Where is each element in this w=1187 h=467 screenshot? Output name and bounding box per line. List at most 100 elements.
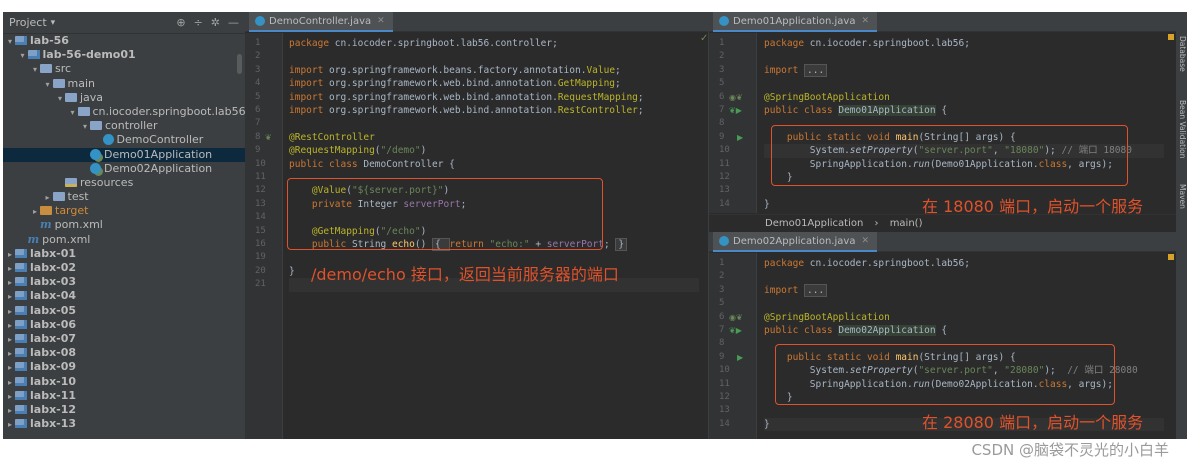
- tree-item[interactable]: ▾ controller: [3, 119, 245, 133]
- tree-item[interactable]: ▸ labx-12: [3, 403, 245, 417]
- tree-item[interactable]: ▸ test: [3, 190, 245, 204]
- tree-item[interactable]: ▸ labx-08: [3, 346, 245, 360]
- run-icon[interactable]: ❦▶: [729, 104, 742, 117]
- tree-item[interactable]: DemoController: [3, 133, 245, 147]
- tree-item[interactable]: ▸ labx-03: [3, 275, 245, 289]
- code-line: import org.springframework.web.bind.anno…: [289, 77, 699, 90]
- chevron-right-icon[interactable]: ▸: [5, 276, 15, 290]
- collapse-icon[interactable]: ÷: [194, 16, 203, 29]
- code-token: org.springframework.web.bind.annotation.: [329, 91, 558, 103]
- chevron-right-icon[interactable]: ▸: [5, 305, 15, 319]
- project-header-icons: ⊕ ÷ ✲ —: [176, 16, 239, 29]
- tree-item[interactable]: ▸ labx-10: [3, 375, 245, 389]
- tree-item[interactable]: resources: [3, 176, 245, 190]
- tool-bean-validation[interactable]: Bean Validation: [1176, 100, 1187, 159]
- chevron-right-icon[interactable]: ▸: [5, 376, 15, 390]
- tree-item[interactable]: ▾ cn.iocoder.springboot.lab56: [3, 105, 245, 119]
- tree-item[interactable]: ▸ labx-11: [3, 389, 245, 403]
- code-token: ;: [615, 78, 621, 90]
- chevron-right-icon[interactable]: ▸: [5, 347, 15, 361]
- chevron-right-icon[interactable]: ▸: [5, 361, 15, 375]
- tree-item[interactable]: ▸ labx-13: [3, 417, 245, 431]
- close-icon[interactable]: ✕: [377, 16, 385, 26]
- module-folder-icon: [15, 419, 27, 429]
- tree-item[interactable]: ▸ labx-04: [3, 289, 245, 303]
- code-area[interactable]: package cn.iocoder.springboot.lab56; impo…: [764, 33, 1164, 213]
- close-icon[interactable]: ✕: [861, 236, 869, 246]
- module-folder-icon: [15, 348, 27, 358]
- chevron-right-icon[interactable]: ▸: [5, 248, 15, 262]
- tree-item[interactable]: ▸ labx-07: [3, 332, 245, 346]
- chevron-down-icon[interactable]: ▾: [5, 35, 15, 49]
- project-header: Project ▾ ⊕ ÷ ✲ —: [3, 12, 245, 34]
- tree-item[interactable]: ▾ java: [3, 91, 245, 105]
- chevron-right-icon[interactable]: ▸: [5, 390, 15, 404]
- chevron-down-icon[interactable]: ▾: [68, 106, 78, 120]
- tree-item[interactable]: m pom.xml: [3, 218, 245, 232]
- tab-democontroller[interactable]: DemoController.java ✕: [249, 12, 393, 32]
- tree-item[interactable]: ▸ labx-09: [3, 360, 245, 374]
- tree-item[interactable]: ▸ labx-01: [3, 247, 245, 261]
- code-token: RequestMapping: [557, 91, 638, 103]
- breadcrumb-item[interactable]: main(): [890, 218, 923, 229]
- spring-bean-icon[interactable]: ❦: [265, 131, 272, 144]
- chevron-right-icon[interactable]: ▸: [5, 319, 15, 333]
- tree-item[interactable]: ▾ src: [3, 62, 245, 76]
- scrollbar-thumb[interactable]: [237, 54, 242, 74]
- tree-item[interactable]: ▾ lab-56-demo01: [3, 48, 245, 62]
- tab-demo02application[interactable]: Demo02Application.java ✕: [713, 232, 877, 252]
- tool-database[interactable]: Database: [1176, 36, 1187, 72]
- chevron-down-icon[interactable]: ▾: [30, 63, 40, 77]
- tree-item[interactable]: ▾ lab-56: [3, 34, 245, 48]
- tree-item-label: target: [55, 204, 89, 218]
- spring-boot-icon[interactable]: ◉❦: [729, 311, 743, 324]
- tree-item-label: DemoController: [116, 133, 204, 147]
- line-number: 16: [255, 239, 266, 249]
- spring-boot-icon[interactable]: ◉❦: [729, 91, 743, 104]
- tree-item[interactable]: ▸ labx-05: [3, 304, 245, 318]
- line-number: 1: [719, 258, 725, 268]
- run-icon[interactable]: ▶: [737, 351, 743, 364]
- code-line: @SpringBootApplication: [764, 91, 1164, 104]
- chevron-right-icon[interactable]: ▸: [5, 333, 15, 347]
- hide-icon[interactable]: —: [228, 16, 239, 29]
- chevron-right-icon[interactable]: ▸: [5, 262, 15, 276]
- chevron-down-icon[interactable]: ▾: [43, 78, 53, 92]
- chevron-right-icon[interactable]: ▸: [5, 404, 15, 418]
- close-icon[interactable]: ✕: [861, 16, 869, 26]
- breadcrumb-item[interactable]: Demo01Application: [765, 218, 863, 229]
- settings-icon[interactable]: ✲: [211, 16, 220, 29]
- tree-item[interactable]: ▸ target: [3, 204, 245, 218]
- tree-item[interactable]: m pom.xml: [3, 233, 245, 247]
- chevron-right-icon[interactable]: ▸: [43, 191, 53, 205]
- run-icon[interactable]: ❦▶: [729, 324, 742, 337]
- run-icon[interactable]: ▶: [737, 131, 743, 144]
- tree-item[interactable]: ▾ main: [3, 77, 245, 91]
- code-token: }: [764, 418, 770, 430]
- tab-demo01application[interactable]: Demo01Application.java ✕: [713, 12, 877, 32]
- chevron-right-icon[interactable]: ▸: [30, 205, 40, 219]
- chevron-right-icon[interactable]: ▸: [5, 290, 15, 304]
- tool-maven[interactable]: Maven: [1176, 184, 1187, 209]
- chevron-down-icon[interactable]: ▾: [80, 120, 90, 134]
- chevron-down-icon[interactable]: ▾: [51, 18, 56, 28]
- line-number: 8: [719, 338, 725, 349]
- locate-icon[interactable]: ⊕: [176, 16, 185, 29]
- editor-tabbar: Demo02Application.java ✕: [709, 232, 1176, 252]
- tree-item[interactable]: ▸ labx-06: [3, 318, 245, 332]
- chevron-right-icon[interactable]: ▸: [5, 418, 15, 432]
- editor-demo01application: Demo01Application.java ✕ 1 2 3 5 6 7 8 9 10 11 12 1…: [709, 12, 1176, 232]
- project-title[interactable]: Project: [9, 16, 47, 29]
- tree-item-label: labx-03: [30, 275, 77, 289]
- code-token: import: [289, 78, 330, 90]
- tree-item[interactable]: Demo01Application: [3, 147, 245, 162]
- chevron-down-icon[interactable]: ▾: [18, 49, 28, 63]
- project-tree: ▾ lab-56 ▾ lab-56-demo01 ▾ src ▾ main ▾ java ▾ cn.i…: [3, 34, 245, 431]
- tree-item[interactable]: ▸ labx-02: [3, 261, 245, 275]
- chevron-down-icon[interactable]: ▾: [55, 92, 65, 106]
- code-line: import ...: [764, 283, 1164, 297]
- tree-item[interactable]: Demo02Application: [3, 162, 245, 176]
- code-token: public class: [764, 105, 839, 116]
- code-token: org.springframework.web.bind.annotation.: [329, 78, 558, 90]
